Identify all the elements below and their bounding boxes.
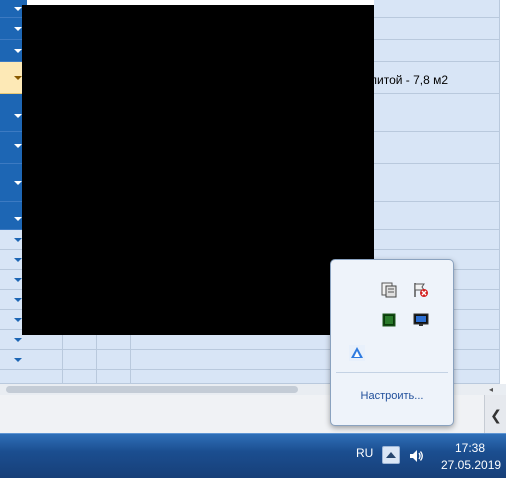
volume-icon[interactable] [408, 448, 424, 464]
flag-error-icon[interactable] [413, 282, 429, 298]
grid-cell[interactable] [374, 132, 500, 164]
clock-time[interactable]: 17:38 [455, 441, 485, 455]
clock-date[interactable]: 27.05.2019 [441, 458, 501, 472]
row-dropdown-icon [14, 76, 22, 80]
taskbar [0, 433, 506, 478]
row-dropdown-icon [14, 278, 22, 282]
row-dropdown-icon [14, 181, 22, 185]
row-header[interactable] [0, 350, 27, 370]
row-dropdown-icon [14, 358, 22, 362]
grid-cell[interactable] [97, 335, 131, 350]
scroll-right-arrow-icon[interactable]: ◂ [484, 384, 498, 395]
monitor-screen-icon[interactable] [413, 312, 429, 328]
grid-cell[interactable] [63, 350, 97, 370]
black-window[interactable] [22, 5, 374, 335]
row-dropdown-icon [14, 49, 22, 53]
customize-link[interactable]: Настроить... [330, 390, 454, 402]
row-dropdown-icon [14, 238, 22, 242]
row-dropdown-icon [14, 144, 22, 148]
grid-cell[interactable] [374, 0, 500, 18]
row-dropdown-icon [14, 114, 22, 118]
row-dropdown-icon [14, 217, 22, 221]
grid-cell[interactable] [27, 335, 63, 350]
grid-cell[interactable] [97, 350, 131, 370]
grid-cell[interactable] [63, 370, 97, 384]
grid-cell[interactable] [374, 40, 500, 62]
chevron-up-icon [386, 452, 396, 458]
row-dropdown-icon [14, 27, 22, 31]
grid-cell[interactable] [97, 370, 131, 384]
green-chip-icon[interactable] [381, 312, 397, 328]
grid-cell[interactable] [374, 202, 500, 230]
row-dropdown-icon [14, 298, 22, 302]
row-dropdown-icon [14, 258, 22, 262]
cloud-drive-icon[interactable] [349, 345, 365, 361]
grid-cell[interactable] [374, 94, 500, 132]
collapse-panel-button[interactable]: ❮ [484, 395, 506, 433]
grid-cell[interactable] [374, 230, 500, 250]
grid-cell[interactable] [374, 164, 500, 202]
grid-cell[interactable] [27, 350, 63, 370]
row-dropdown-icon [14, 7, 22, 11]
row-dropdown-icon [14, 338, 22, 342]
scrollbar-thumb[interactable] [6, 386, 298, 393]
row-header[interactable] [0, 370, 27, 384]
grid-cell[interactable] [374, 18, 500, 40]
row-dropdown-icon [14, 318, 22, 322]
network-monitor-icon[interactable] [381, 282, 397, 298]
grid-cell[interactable] [63, 335, 97, 350]
language-indicator[interactable]: RU [356, 446, 373, 460]
flyout-divider [336, 372, 448, 373]
grid-cell[interactable] [27, 370, 63, 384]
